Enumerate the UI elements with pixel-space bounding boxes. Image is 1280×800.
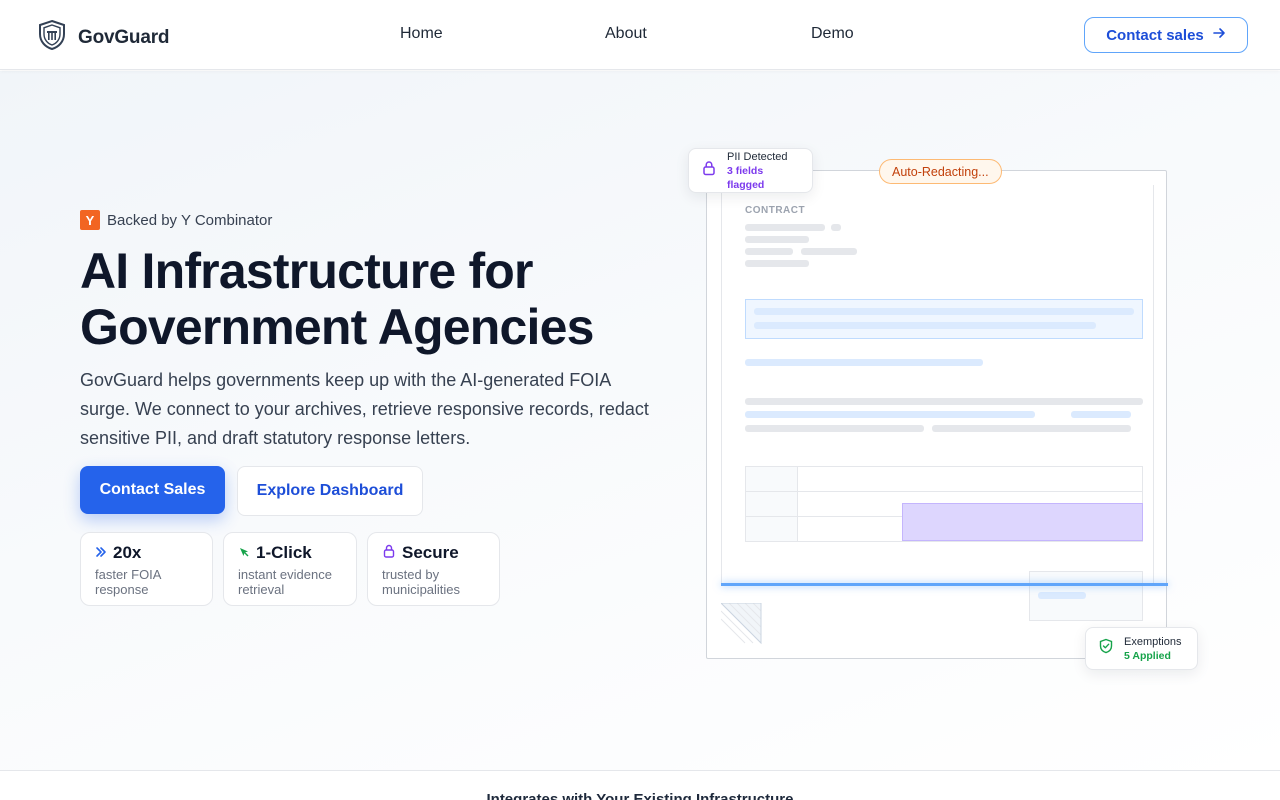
stat-card-speed: 20x faster FOIA response (80, 532, 213, 606)
text-line-placeholder (745, 236, 809, 243)
redaction-block (902, 503, 1143, 541)
explore-dashboard-button[interactable]: Explore Dashboard (237, 466, 423, 516)
stat-desc: trusted by municipalities (382, 567, 461, 597)
nav-home[interactable]: Home (400, 25, 443, 43)
yc-backed-text: Backed by Y Combinator (107, 211, 273, 229)
stat-desc: faster FOIA response (95, 567, 161, 597)
text-line-placeholder (932, 425, 1131, 432)
shield-logo-icon (36, 19, 68, 56)
cursor-icon (238, 543, 250, 563)
pii-card-title: PII Detected (727, 150, 788, 163)
shield-check-icon (1098, 638, 1114, 659)
stat-card-retrieval: 1-Click instant evidence retrieval (223, 532, 357, 606)
exemptions-card-subtitle: 5 Applied (1124, 649, 1171, 662)
text-line-placeholder (745, 398, 1143, 405)
stat-card-secure: Secure trusted by municipalities (367, 532, 500, 606)
stat-value: 1-Click (256, 543, 312, 562)
integrations-heading: Integrates with Your Existing Infrastruc… (486, 791, 794, 800)
arrow-right-icon (1212, 26, 1226, 44)
brand-name: GovGuard (78, 26, 170, 48)
double-chevron-right-icon (95, 543, 107, 563)
text-line-placeholder (754, 322, 1096, 329)
nav-demo[interactable]: Demo (811, 25, 854, 43)
lock-icon (382, 543, 396, 563)
document-type-label: CONTRACT (745, 205, 806, 216)
yc-backed-badge: Y Backed by Y Combinator (80, 210, 272, 230)
y-combinator-logo-icon: Y (80, 210, 100, 230)
top-navbar: GovGuard Home About Demo Contact sales (0, 0, 1280, 70)
stat-desc: instant evidence retrieval (238, 567, 332, 597)
text-line-placeholder (745, 224, 825, 231)
text-line-placeholder (745, 359, 983, 366)
text-line-placeholder (1071, 411, 1131, 418)
hero-description: GovGuard helps governments keep up with … (80, 370, 649, 448)
pii-detected-card: PII Detected 3 fields flagged (688, 148, 813, 193)
exemptions-card: Exemptions 5 Applied (1085, 627, 1198, 670)
contact-sales-nav-label: Contact sales (1106, 26, 1204, 44)
exemptions-card-title: Exemptions (1124, 635, 1182, 648)
text-line-placeholder (745, 425, 924, 432)
redaction-scan-line (721, 583, 1168, 586)
nav-about[interactable]: About (605, 25, 647, 43)
signature-block (1029, 571, 1143, 621)
brand-logo[interactable]: GovGuard (36, 19, 170, 56)
text-line-placeholder (745, 248, 793, 255)
text-line-placeholder (831, 224, 841, 231)
integrations-section: Integrates with Your Existing Infrastruc… (0, 770, 1280, 800)
lock-icon (701, 160, 717, 181)
text-line-placeholder (745, 411, 1035, 418)
contact-sales-nav-button[interactable]: Contact sales (1084, 17, 1248, 53)
headline-line-1: AI Infrastructure for (80, 243, 534, 299)
text-line-placeholder (754, 308, 1134, 315)
headline-line-2: Government Agencies (80, 299, 594, 355)
pii-card-subtitle: 3 fields flagged (727, 164, 765, 191)
auto-redacting-status-pill: Auto-Redacting... (879, 159, 1002, 184)
hero-headline: AI Infrastructure for Government Agencie… (80, 243, 680, 355)
text-line-placeholder (745, 260, 809, 267)
page-fold-corner-icon (719, 602, 763, 650)
stat-value: 20x (113, 543, 142, 562)
detected-pii-region (745, 299, 1143, 339)
contact-sales-button[interactable]: Contact Sales (80, 466, 225, 514)
stat-value: Secure (402, 543, 459, 562)
text-line-placeholder (801, 248, 857, 255)
document-preview: CONTRACT (706, 170, 1168, 659)
